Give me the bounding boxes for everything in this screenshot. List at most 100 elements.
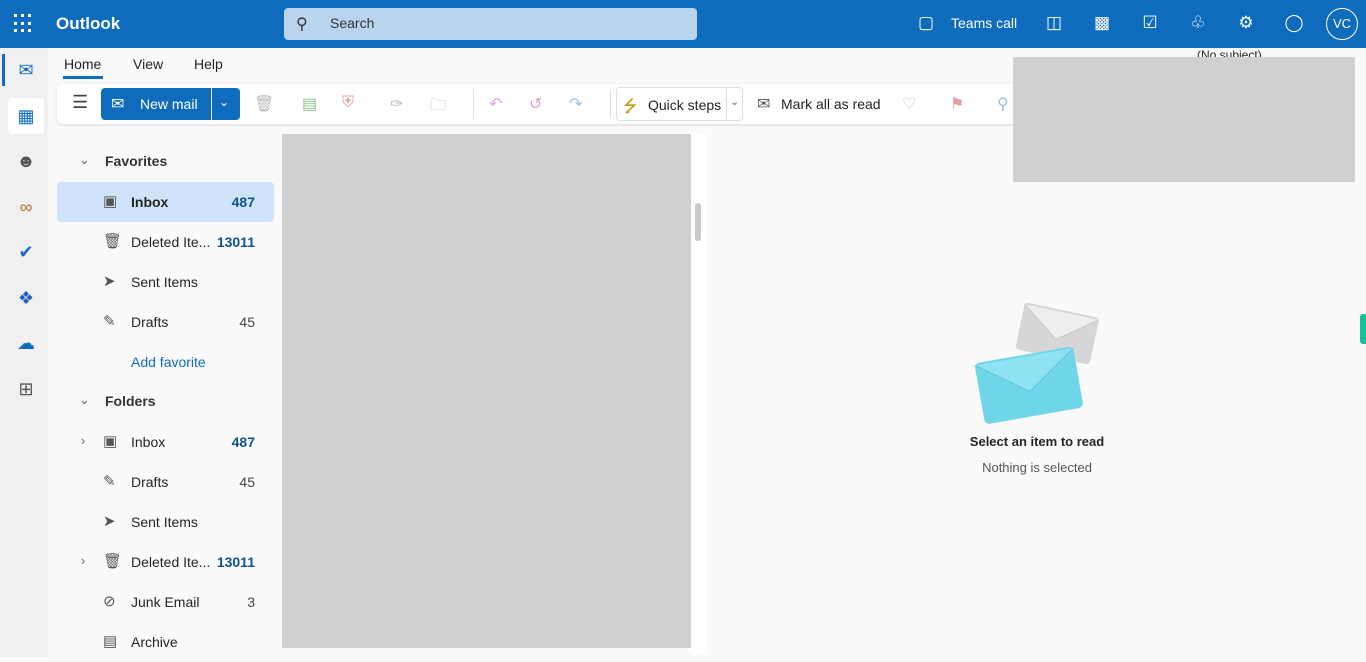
item-count: 3	[247, 594, 255, 610]
folders-label: Folders	[105, 393, 156, 409]
folders-header[interactable]: ⌄ Folders	[57, 381, 274, 421]
drafts-icon: ✎	[103, 313, 116, 330]
report-icon[interactable]: ⛨	[342, 94, 354, 112]
onedrive-icon[interactable]: ☁	[8, 325, 44, 361]
sweep-icon[interactable]: ✑	[390, 94, 403, 114]
folder-drafts[interactable]: ✎ Drafts 45	[57, 462, 274, 502]
gear-icon[interactable]: ⚙	[1235, 13, 1257, 33]
folder-label: Drafts	[131, 474, 169, 490]
pin-icon[interactable]: ⚲	[997, 94, 1009, 114]
forward-icon[interactable]: ↷	[569, 94, 582, 114]
chevron-right-icon[interactable]: ›	[81, 553, 85, 568]
video-camera-icon[interactable]: ▢	[915, 13, 937, 33]
divider	[211, 88, 212, 120]
chevron-down-icon[interactable]: ⌄	[730, 95, 739, 108]
calendar-icon[interactable]: ▦	[8, 98, 44, 134]
scrollbar-thumb[interactable]	[695, 203, 701, 241]
mail-icon[interactable]: ✉	[8, 52, 44, 88]
favorites-header[interactable]: ⌄ Favorites	[57, 141, 274, 181]
add-favorite-label: Add favorite	[131, 354, 206, 370]
unread-count: 487	[231, 434, 255, 450]
chevron-down-icon[interactable]: ⌄	[219, 95, 229, 109]
folder-label: Inbox	[131, 434, 166, 450]
item-count: 45	[239, 474, 255, 490]
archive-icon: ▤	[103, 633, 118, 650]
app-rail: ✉ ▦ ☻ ∞ ✔ ❖ ☁ ⊞	[0, 48, 48, 657]
copilot-icon[interactable]: ❖	[8, 280, 44, 316]
redacted-region	[1013, 57, 1355, 182]
folder-junk-email[interactable]: ⊘ Junk Email 3	[57, 582, 274, 622]
drafts-icon: ✎	[103, 473, 116, 490]
bell-icon[interactable]: ♧	[1187, 13, 1209, 33]
active-indicator	[2, 54, 5, 86]
chevron-right-icon[interactable]: ›	[81, 433, 85, 448]
my-day-icon[interactable]: ☑	[1139, 13, 1161, 33]
top-bar: Outlook Search ⚲ ▢ Teams call ◫ ▩ ☑ ♧ ⚙ …	[0, 0, 1366, 48]
favorite-drafts[interactable]: ✎ Drafts 45	[57, 302, 274, 342]
new-mail-button[interactable]: ✉ New mail ⌄	[101, 88, 240, 120]
tab-underline	[63, 76, 103, 79]
people-icon[interactable]: ☻	[8, 143, 44, 179]
add-favorite-link[interactable]: Add favorite	[57, 342, 274, 382]
search-icon: ⚲	[296, 16, 308, 33]
reply-icon[interactable]: ↶	[489, 94, 502, 114]
empty-state-subtitle: Nothing is selected	[982, 460, 1092, 475]
hamburger-icon[interactable]: ☰	[72, 92, 88, 113]
envelope-open-icon: ✉	[757, 96, 771, 113]
unread-count: 487	[231, 194, 255, 210]
chat-icon[interactable]: ◫	[1043, 13, 1065, 33]
todo-icon[interactable]: ✔	[8, 234, 44, 270]
chevron-down-icon: ⌄	[79, 392, 90, 407]
app-launcher-icon[interactable]	[14, 14, 34, 34]
unread-count: 13011	[216, 554, 255, 570]
tab-view[interactable]: View	[133, 56, 163, 72]
send-icon: ➤	[103, 273, 116, 290]
move-to-icon[interactable]: 🗀	[430, 94, 446, 121]
search-input[interactable]: Search	[284, 8, 697, 40]
folder-label: Sent Items	[131, 274, 198, 290]
empty-state-title: Select an item to read	[969, 434, 1105, 449]
send-icon: ➤	[103, 513, 116, 530]
folder-label: Deleted Ite...	[131, 554, 211, 570]
favorite-deleted-items[interactable]: 🗑 Deleted Ite... 13011	[57, 222, 274, 262]
folder-sent-items[interactable]: ➤ Sent Items	[57, 502, 274, 542]
junk-icon: ⊘	[103, 593, 116, 610]
onenote-icon[interactable]: ▩	[1091, 13, 1113, 33]
tab-home[interactable]: Home	[64, 56, 101, 72]
lightbulb-icon[interactable]: ◯	[1283, 13, 1305, 33]
favorite-inbox[interactable]: ▣ Inbox 487	[57, 182, 274, 222]
mark-all-read-button[interactable]: Mark all as read	[781, 96, 881, 112]
flag-icon[interactable]: ⚑	[950, 94, 964, 114]
folder-deleted-items[interactable]: › 🗑 Deleted Ite... 13011	[57, 542, 274, 582]
app-title[interactable]: Outlook	[56, 14, 120, 34]
empty-mail-illustration	[974, 302, 1100, 424]
favorite-sent-items[interactable]: ➤ Sent Items	[57, 262, 274, 302]
folder-label: Junk Email	[131, 594, 200, 610]
folder-label: Drafts	[131, 314, 169, 330]
teams-call-button[interactable]: Teams call	[951, 15, 1017, 31]
folder-label: Deleted Ite...	[131, 234, 211, 250]
inbox-icon: ▣	[103, 193, 118, 210]
divider	[610, 90, 611, 118]
toolbar: ☰ ✉ New mail ⌄ 🗑 ▤ ⛨ ✑ 🗀 ↶ ↺ ↷ ⭍ Quick s…	[57, 84, 1017, 124]
side-panel-tab[interactable]	[1360, 314, 1366, 344]
inbox-icon: ▣	[103, 433, 118, 450]
folder-inbox[interactable]: › ▣ Inbox 487	[57, 422, 274, 462]
avatar[interactable]: VC	[1326, 8, 1358, 40]
unread-count: 13011	[216, 234, 255, 250]
delete-icon[interactable]: 🗑	[254, 94, 274, 114]
divider	[473, 90, 474, 118]
new-mail-label: New mail	[140, 96, 198, 112]
more-apps-icon[interactable]: ⊞	[8, 371, 44, 407]
tag-icon[interactable]: ♡	[902, 94, 916, 114]
chevron-down-icon: ⌄	[79, 152, 90, 167]
trash-icon: 🗑	[103, 553, 123, 570]
quick-steps-button[interactable]: ⭍ Quick steps ⌄	[616, 87, 743, 121]
tab-help[interactable]: Help	[194, 56, 223, 72]
item-count: 45	[239, 314, 255, 330]
reply-all-icon[interactable]: ↺	[529, 94, 542, 114]
attachment-icon[interactable]: ∞	[8, 189, 44, 225]
archive-icon[interactable]: ▤	[302, 94, 317, 114]
folder-archive[interactable]: ▤ Archive	[57, 622, 274, 662]
quick-steps-label: Quick steps	[648, 97, 722, 113]
